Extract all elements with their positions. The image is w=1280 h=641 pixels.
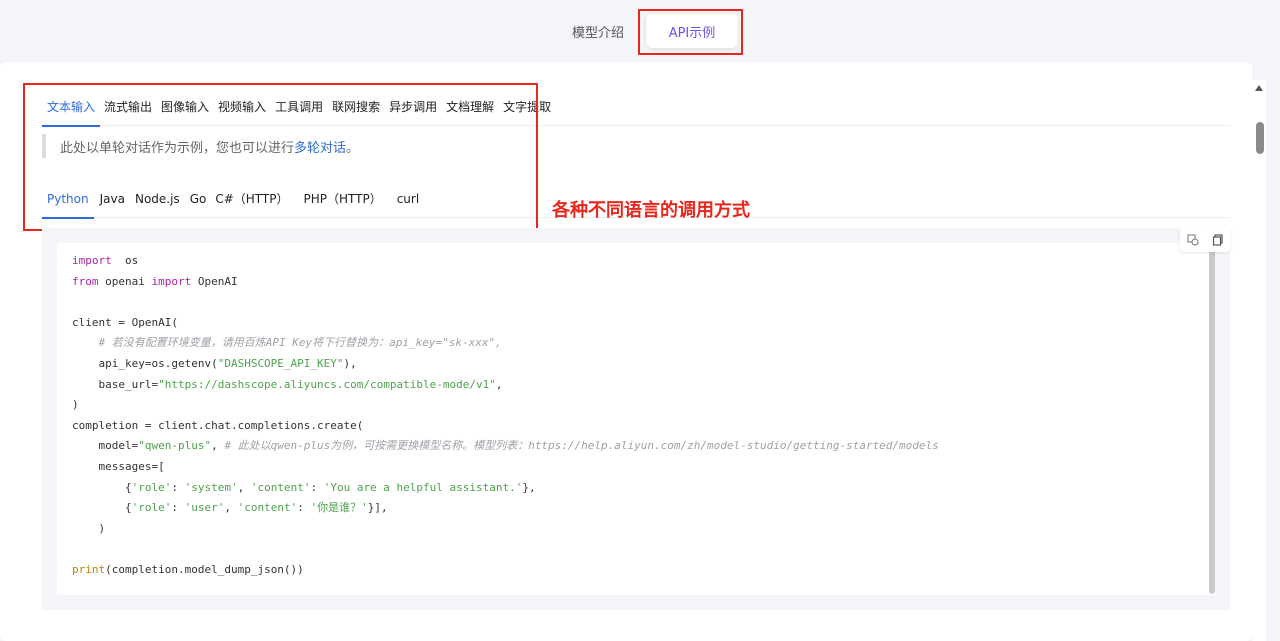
code-token: 'You are a helpful assistant.' <box>323 480 523 494</box>
code-token: , <box>211 439 225 453</box>
code-token: model= <box>72 439 139 453</box>
code-token: "qwen-plus" <box>138 439 212 453</box>
code-line: base_url="https://dashscope.aliyuncs.com… <box>72 375 1202 396</box>
code-token: ), <box>343 356 357 370</box>
scroll-up-arrow-icon[interactable] <box>1255 85 1263 91</box>
code-line: ) <box>72 519 1202 540</box>
code-line: import os <box>72 251 1202 272</box>
code-line: model="qwen-plus", # 此处以qwen-plus为例，可按需更… <box>72 436 1202 457</box>
code-token: : <box>310 480 324 494</box>
code-token: import <box>151 274 192 288</box>
page-scrollbar[interactable] <box>1252 80 1266 641</box>
code-token: : <box>171 501 185 515</box>
code-token: # 此处以qwen-plus为例，可按需更换模型名称。模型列表：https://… <box>224 439 939 453</box>
code-line: {'role': 'system', 'content': 'You are a… <box>72 478 1202 499</box>
code-line: # 若没有配置环境变量，请用百炼API Key将下行替换为：api_key="s… <box>72 333 1202 354</box>
code-token: api_key=os.getenv( <box>72 356 218 370</box>
highlight-box-api-tab <box>638 9 743 55</box>
code-token: ) <box>72 398 79 412</box>
code-token: print <box>72 562 106 576</box>
code-token: (completion.model_dump_json()) <box>105 562 304 576</box>
code-token: ) <box>72 521 106 535</box>
code-token: 'role' <box>131 501 172 515</box>
code-token: 'system' <box>184 480 238 494</box>
code-token: from <box>72 274 99 288</box>
code-token: client = OpenAI( <box>72 315 178 329</box>
expand-icon[interactable] <box>1186 233 1200 247</box>
code-token: 'content' <box>237 501 298 515</box>
code-token: # 若没有配置环境变量，请用百炼API Key将下行替换为：api_key="s… <box>98 336 502 350</box>
code-token: : <box>297 501 311 515</box>
code-line: messages=[ <box>72 457 1202 478</box>
code-toolbar <box>1180 227 1230 252</box>
code-line: api_key=os.getenv("DASHSCOPE_API_KEY"), <box>72 354 1202 375</box>
code-token: { <box>72 501 132 515</box>
code-token: }, <box>522 480 536 494</box>
code-token: completion = client.chat.completions.cre… <box>72 418 364 432</box>
code-token: }], <box>367 501 388 515</box>
code-token: "https://dashscope.aliyuncs.com/compatib… <box>158 377 496 391</box>
scroll-thumb[interactable] <box>1256 122 1264 154</box>
code-token: messages=[ <box>72 459 165 473</box>
code-line: {'role': 'user', 'content': '你是谁？'}], <box>72 498 1202 519</box>
code-token: , <box>224 501 238 515</box>
tab-model-intro[interactable]: 模型介绍 <box>560 14 636 48</box>
code-token: : <box>171 480 185 494</box>
code-token: 'role' <box>131 480 172 494</box>
highlight-box-tabs <box>23 83 538 231</box>
code-token: { <box>72 480 132 494</box>
code-token: base_url= <box>72 377 159 391</box>
code-content[interactable]: import os from openai import OpenAI clien… <box>72 251 1202 581</box>
code-token: os <box>111 254 139 267</box>
code-line: client = OpenAI( <box>72 313 1202 334</box>
annotation-label: 各种不同语言的调用方式 <box>552 200 750 221</box>
code-token: , <box>495 377 503 391</box>
code-token: 'user' <box>184 501 225 515</box>
code-line: from openai import OpenAI <box>72 272 1202 293</box>
code-token: "DASHSCOPE_API_KEY" <box>217 356 344 370</box>
code-token: OpenAI <box>191 274 238 288</box>
code-line: print(completion.model_dump_json()) <box>72 560 1202 581</box>
code-line: completion = client.chat.completions.cre… <box>72 416 1202 437</box>
code-token: 'content' <box>250 480 311 494</box>
code-token: , <box>237 480 251 494</box>
copy-icon[interactable] <box>1211 233 1225 247</box>
code-token: '你是谁？' <box>310 501 368 515</box>
code-token: import <box>72 254 112 267</box>
code-scrollbar[interactable] <box>1209 248 1215 594</box>
code-line: ) <box>72 395 1202 416</box>
code-token: openai <box>98 274 152 288</box>
